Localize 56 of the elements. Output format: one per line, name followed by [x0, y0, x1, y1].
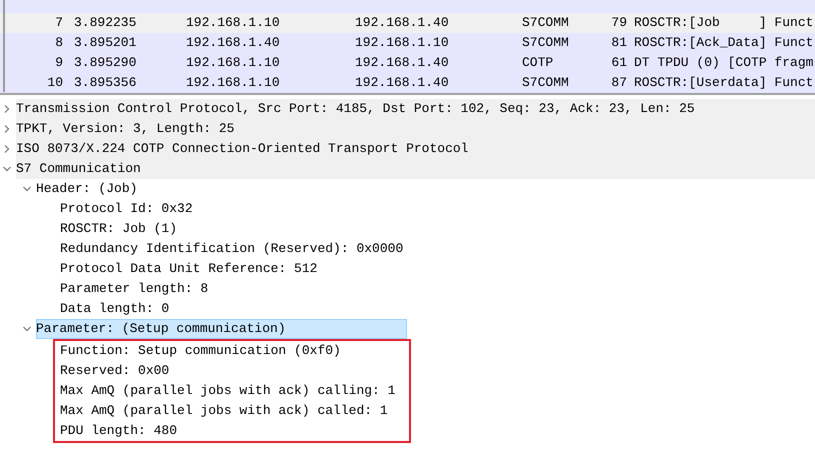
tree-label: Protocol Id: 0x32	[60, 200, 193, 218]
table-cell-text: 7	[54, 14, 63, 32]
tree-label: S7 Communication	[16, 160, 141, 178]
tree-row[interactable]: Function: Setup communication (0xf0)	[55, 341, 409, 361]
table-cell-text: 87	[610, 74, 627, 92]
table-cell-text: 192.168.1.40	[355, 74, 450, 92]
tree-row[interactable]: Protocol Data Unit Reference: 512	[60, 259, 815, 279]
tree-row[interactable]: Redundancy Identification (Reserved): 0x0000	[60, 239, 815, 259]
table-cell-text: 61	[610, 54, 627, 72]
table-cell-text: S7COMM	[522, 14, 570, 32]
table-cell-text: 9	[54, 54, 63, 72]
table-cell-text: 192.168.1.10	[186, 54, 281, 72]
table-cell-text: DT TPDU (0) [COTP fragm	[634, 54, 814, 72]
tree-label: TPKT, Version: 3, Length: 25	[16, 120, 234, 138]
table-cell-text: 192.168.1.40	[355, 54, 450, 72]
table-cell-text: 79	[610, 14, 627, 32]
tree-label: Function: Setup communication (0xf0)	[60, 342, 341, 360]
tree-label: PDU length: 480	[60, 422, 178, 440]
tree-row[interactable]: Max AmQ (parallel jobs with ack) called: 1	[55, 401, 409, 421]
table-cell-text: 192.168.1.40	[186, 34, 281, 52]
tree-label: ISO 8073/X.224 COTP Connection-Oriented Transport Protocol	[16, 140, 468, 158]
tree-label: Transmission Control Protocol, Src Port: 4185, Dst Port: 102, Seq: 23, Ack: 23, Len: 25	[16, 100, 695, 118]
tree-row[interactable]: Header: (Job)	[36, 179, 815, 199]
tree-label: Max AmQ (parallel jobs with ack) called: 1	[60, 402, 388, 420]
tree-row[interactable]: ROSCTR: Job (1)	[60, 219, 815, 239]
tree-row[interactable]: Reserved: 0x00	[55, 361, 409, 381]
tree-label: Parameter length: 8	[60, 280, 208, 298]
table-cell-text: S7COMM	[522, 34, 570, 52]
table-cell-text: COTP	[522, 54, 554, 72]
table-cell-text: 192.168.1.40	[355, 14, 450, 32]
tree-row[interactable]: Data length: 0	[60, 299, 815, 319]
tree-label: ROSCTR: Job (1)	[60, 220, 178, 238]
tree-label: Protocol Data Unit Reference: 512	[60, 260, 318, 278]
table-cell-text: 192.168.1.10	[186, 14, 281, 32]
table-cell-text: 192.168.1.10	[186, 74, 281, 92]
table-cell-text: 3.895290	[74, 54, 138, 72]
table-cell-text: S7COMM	[522, 74, 570, 92]
tree-row[interactable]: PDU length: 480	[55, 421, 409, 441]
tree-label: Redundancy Identification (Reserved): 0x0000	[60, 240, 404, 258]
table-cell-text: 3.892235	[74, 14, 138, 32]
tree-row[interactable]: Protocol Id: 0x32	[60, 199, 815, 219]
table-cell-text: ROSCTR:[Job ] Funct	[634, 14, 814, 32]
table-cell-text: 3.895356	[74, 74, 138, 92]
tree-label: Parameter: (Setup communication)	[36, 320, 286, 338]
packet-row[interactable]: 7 3.892235 192.168.1.10 192.168.1.40 S7COMM 79 ROSCTR:[Job ] Funct	[0, 13, 815, 33]
table-cell-text: 192.168.1.10	[355, 34, 450, 52]
tree-label: Reserved: 0x00	[60, 362, 170, 380]
table-cell-text: ROSCTR:[Userdata] Funct	[634, 74, 814, 92]
table-cell-text: ROSCTR:[Ack_Data] Funct	[634, 34, 814, 52]
table-cell-text: 81	[610, 34, 627, 52]
table-cell-text: 3.895201	[74, 34, 138, 52]
tree-row[interactable]: Parameter length: 8	[60, 279, 815, 299]
table-cell-text: 10	[46, 74, 63, 92]
table-cell-text: 8	[54, 34, 63, 52]
tree-label: Header: (Job)	[36, 180, 138, 198]
tree-label: Data length: 0	[60, 300, 170, 318]
